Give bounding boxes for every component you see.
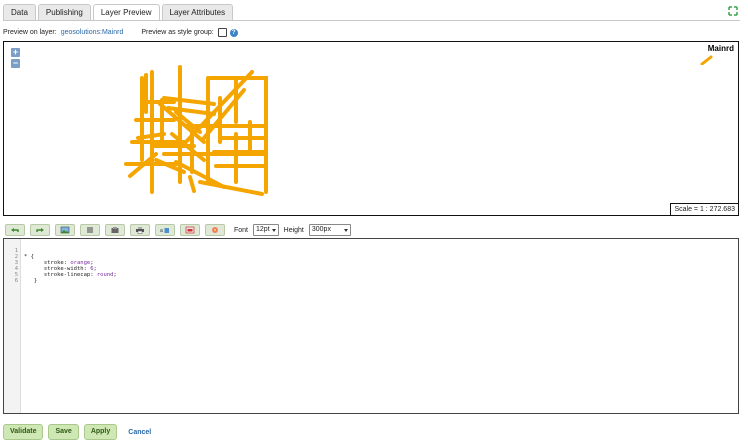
font-label: Font (234, 226, 249, 234)
road-network (124, 65, 268, 196)
tab-layer-preview[interactable]: Layer Preview (92, 4, 160, 21)
help-icon[interactable]: ? (229, 28, 238, 37)
preview-row: Preview on layer: geosolutions:Mainrd Pr… (3, 28, 238, 37)
tab-publishing[interactable]: Publishing (37, 4, 91, 20)
validate-button[interactable]: Validate (3, 424, 44, 440)
map-preview[interactable]: + − Mainrd Scale = 1 : 272.683 (3, 41, 739, 216)
preview-label: Preview on layer: (3, 29, 57, 36)
palette-icon[interactable] (105, 224, 125, 236)
style-group-label: Preview as style group: (141, 29, 214, 36)
height-label: Height (283, 226, 304, 234)
tab-bar: Data Publishing Layer Preview Layer Attr… (3, 4, 234, 21)
editor-toolbar: a Font 12pt Height 300px (5, 224, 351, 236)
font-size-value: 12pt (256, 226, 270, 233)
font-size-select[interactable]: 12pt (253, 224, 279, 236)
save-button[interactable]: Save (48, 424, 79, 440)
zoom-out-button[interactable]: − (11, 59, 20, 68)
legend-title: Mainrd (707, 44, 734, 53)
height-select[interactable]: 300px (308, 224, 351, 236)
cancel-link[interactable]: Cancel (128, 429, 151, 436)
redo-icon[interactable] (30, 224, 50, 236)
chart-icon[interactable] (180, 224, 200, 236)
tab-layer-attributes[interactable]: Layer Attributes (161, 4, 234, 20)
legend-swatch-icon (700, 55, 713, 65)
color-picker-icon[interactable] (205, 224, 225, 236)
code-text: } (24, 278, 38, 284)
find-replace-icon[interactable]: a (155, 224, 175, 236)
style-code-editor[interactable]: 1 * { 2 stroke: orange; 3 stroke-width: … (3, 238, 739, 414)
print-icon[interactable] (130, 224, 150, 236)
code-text: stroke-linecap: round; (24, 272, 117, 278)
height-value: 300px (311, 226, 331, 233)
style-group-checkbox[interactable] (217, 28, 227, 37)
image-icon[interactable] (55, 224, 75, 236)
zoom-in-button[interactable]: + (11, 48, 20, 57)
line-number: 6 (14, 278, 18, 284)
apply-button[interactable]: Apply (83, 424, 118, 440)
undo-icon[interactable] (5, 224, 25, 236)
chevron-down-icon (343, 228, 348, 232)
svg-text:a: a (160, 228, 163, 234)
layer-link[interactable]: geosolutions:Mainrd (61, 29, 124, 36)
chevron-down-icon (271, 228, 276, 232)
list-icon[interactable] (80, 224, 100, 236)
action-bar: Validate Save Apply Cancel (3, 424, 151, 440)
scale-indicator: Scale = 1 : 272.683 (670, 203, 738, 215)
tab-divider (3, 20, 740, 21)
tab-data[interactable]: Data (3, 4, 36, 20)
expand-icon[interactable] (728, 6, 738, 16)
code-line: 6 (4, 272, 18, 284)
